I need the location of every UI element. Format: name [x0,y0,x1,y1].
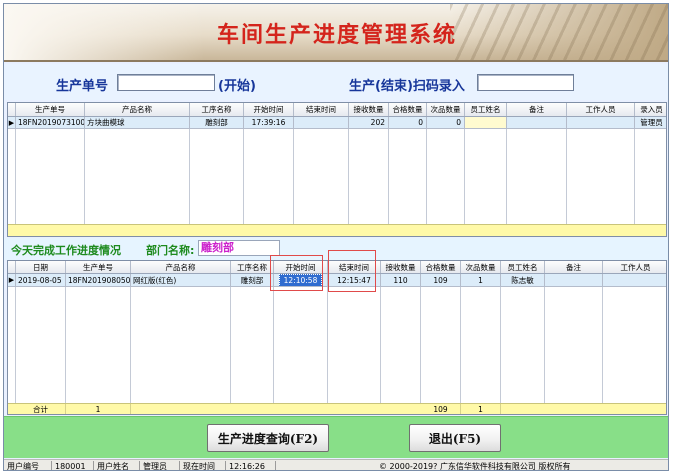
end-scan-input[interactable] [477,74,574,91]
order-no-input[interactable] [117,74,215,91]
col-header[interactable]: 员工姓名 [501,261,545,273]
col-header[interactable]: 生产单号 [66,261,131,273]
row-indicator-icon: ▶ [8,274,16,286]
col-header[interactable]: 结束时间 [294,103,349,116]
col-header[interactable]: 工序名称 [190,103,244,116]
col-header[interactable]: 录入员 [635,103,666,116]
dept-label: 部门名称: [146,244,195,257]
title-banner: 车间生产进度管理系统 [4,4,668,62]
pending-grid-footer [8,224,666,236]
status-bar: 用户编号 180001 用户姓名 管理员 现在时间 12:16:26 © 200… [4,459,668,471]
end-scan-label: 生产(结束)扫码录入 [349,79,465,94]
col-header[interactable]: 备注 [507,103,567,116]
today-progress-label: 今天完成工作进度情况 [11,244,121,257]
col-header[interactable]: 备注 [545,261,603,273]
col-header[interactable]: 员工姓名 [465,103,507,116]
col-header[interactable]: 次品数量 [427,103,465,116]
col-header[interactable]: 合格数量 [389,103,427,116]
pending-grid[interactable]: 生产单号 产品名称 工序名称 开始时间 结束时间 接收数量 合格数量 次品数量 … [7,102,667,237]
pending-grid-header: 生产单号 产品名称 工序名称 开始时间 结束时间 接收数量 合格数量 次品数量 … [8,103,666,117]
copyright-text: © 2000-2019? 广东信华软件科技有限公司 版权所有 [379,462,571,471]
col-header[interactable]: 日期 [16,261,66,273]
scan-row: 生产单号 (开始) 生产(结束)扫码录入 [4,64,668,100]
col-header[interactable]: 生产单号 [16,103,85,116]
col-header[interactable]: 工序名称 [231,261,274,273]
col-header[interactable]: 产品名称 [85,103,190,116]
col-header[interactable]: 合格数量 [421,261,461,273]
start-time-highlight-box [270,255,323,291]
col-header[interactable]: 工作人员 [603,261,666,273]
col-header[interactable]: 接收数量 [349,103,389,116]
end-time-highlight-box [328,250,376,292]
col-header[interactable]: 次品数量 [461,261,501,273]
app-title: 车间生产进度管理系统 [216,22,457,48]
col-header[interactable]: 工作人员 [567,103,635,116]
col-header[interactable]: 开始时间 [244,103,294,116]
progress-query-button[interactable]: 生产进度查询(F2) [207,424,329,452]
totals-row: 合计 1 109 1 [8,403,666,414]
dept-name-field[interactable]: 雕刻部 [198,240,280,256]
table-row[interactable]: ▶ 18FN20190731003 方块曲模球 雕刻部 17:39:16 202… [8,117,666,129]
start-label: (开始) [218,79,256,94]
col-header[interactable]: 接收数量 [381,261,421,273]
employee-name-cell[interactable] [465,117,507,128]
order-no-label: 生产单号 [56,79,109,94]
exit-button[interactable]: 退出(F5) [409,424,501,452]
col-header[interactable]: 产品名称 [131,261,231,273]
row-indicator-icon: ▶ [8,117,16,128]
main-window: 车间生产进度管理系统 生产单号 (开始) 生产(结束)扫码录入 生产单号 产品名… [3,3,669,471]
button-area: 生产进度查询(F2) 退出(F5) [4,416,668,458]
